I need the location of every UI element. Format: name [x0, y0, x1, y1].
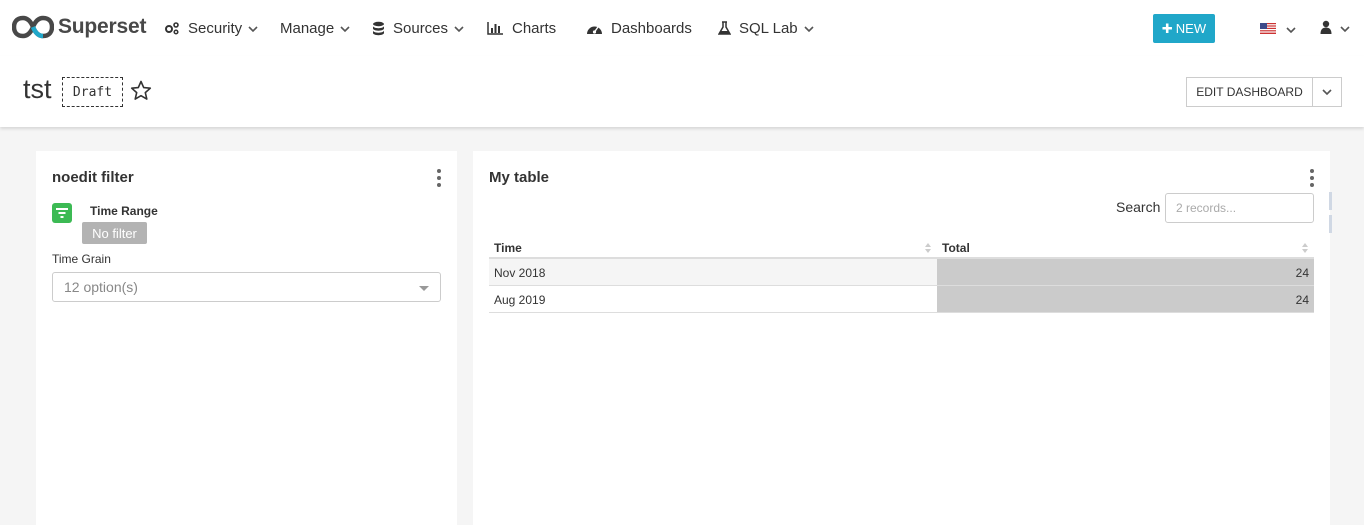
chevron-down-icon — [1340, 26, 1350, 33]
nav-charts[interactable]: Charts — [487, 18, 556, 38]
database-icon — [372, 21, 385, 36]
nav-security-label: Security — [188, 19, 243, 37]
data-table: Time Total Nov 2018 24 Aug 2019 24 — [489, 235, 1314, 313]
cell-time: Aug 2019 — [494, 293, 546, 307]
cell-time: Nov 2018 — [494, 266, 546, 280]
user-menu[interactable] — [1320, 20, 1350, 39]
user-icon — [1320, 20, 1332, 39]
favorite-star-icon[interactable] — [130, 80, 152, 106]
cogs-icon — [164, 21, 180, 35]
time-grain-select[interactable]: 12 option(s) — [52, 272, 441, 302]
chart-title: My table — [489, 169, 550, 186]
superset-logo-icon — [12, 15, 54, 39]
time-grain-placeholder: 12 option(s) — [64, 279, 138, 295]
search-input[interactable]: 2 records... — [1165, 193, 1314, 223]
sort-icon[interactable] — [1301, 241, 1309, 253]
dashboard-icon — [586, 22, 603, 35]
edit-dashboard-button[interactable]: EDIT DASHBOARD — [1186, 77, 1313, 107]
chevron-down-icon — [1286, 26, 1296, 34]
chevron-down-icon — [248, 25, 258, 33]
new-button[interactable]: ✚ NEW — [1153, 14, 1215, 43]
table-row: Nov 2018 24 — [489, 259, 1314, 286]
chevron-down-icon — [454, 25, 464, 33]
nav-dashboards[interactable]: Dashboards — [586, 18, 692, 38]
nav-security[interactable]: Security — [164, 18, 258, 38]
nav-sql-lab[interactable]: SQL Lab — [718, 18, 814, 38]
brand-name: Superset — [58, 15, 147, 38]
cell-total: 24 — [1295, 293, 1309, 307]
nav-manage-label: Manage — [280, 19, 335, 37]
filter-icon[interactable] — [52, 203, 72, 223]
chevron-down-icon — [1322, 88, 1332, 96]
table-header-row: Time Total — [489, 235, 1314, 259]
dashboard-header: tst Draft EDIT DASHBOARD — [0, 56, 1364, 127]
filter-box-chart: noedit filter Time Range No filter Time … — [36, 151, 457, 525]
plus-icon: ✚ — [1161, 20, 1173, 36]
cell-total: 24 — [1295, 266, 1309, 280]
nav-sql-lab-label: SQL Lab — [739, 19, 798, 37]
sort-icon[interactable] — [924, 241, 932, 253]
time-grain-label: Time Grain — [52, 252, 111, 266]
search-label: Search — [1116, 199, 1161, 215]
column-header-total[interactable]: Total — [942, 241, 970, 255]
superset-logo[interactable]: Superset — [12, 12, 146, 42]
nav-manage[interactable]: Manage — [280, 18, 350, 38]
chart-title: noedit filter — [52, 169, 134, 186]
chart-menu-kebab-icon[interactable] — [1309, 169, 1315, 187]
flask-icon — [718, 20, 731, 36]
draft-badge[interactable]: Draft — [62, 77, 123, 107]
time-range-label: Time Range — [90, 204, 158, 218]
bar-chart-icon — [487, 21, 504, 35]
new-button-label: NEW — [1175, 21, 1207, 36]
search-placeholder: 2 records... — [1176, 201, 1237, 215]
nav-sources[interactable]: Sources — [372, 18, 464, 38]
cell-total-bar: 24 — [937, 286, 1314, 312]
language-selector[interactable] — [1260, 21, 1296, 39]
chevron-down-icon — [340, 25, 350, 33]
us-flag-icon — [1260, 21, 1276, 39]
caret-down-icon — [419, 286, 429, 291]
table-chart: My table Search 2 records... Time Total … — [473, 151, 1330, 525]
nav-dashboards-label: Dashboards — [611, 19, 692, 37]
dashboard-actions-dropdown[interactable] — [1312, 77, 1342, 107]
chart-menu-kebab-icon[interactable] — [436, 169, 442, 187]
column-header-time[interactable]: Time — [494, 241, 522, 255]
time-range-value-button[interactable]: No filter — [82, 222, 147, 244]
top-navbar: Superset Security Manage Sources Charts … — [0, 0, 1364, 56]
chevron-down-icon — [804, 25, 814, 33]
nav-charts-label: Charts — [512, 19, 557, 37]
cell-total-bar: 24 — [937, 259, 1314, 285]
resize-handle[interactable] — [1329, 192, 1332, 235]
dashboard-title[interactable]: tst — [23, 74, 52, 105]
nav-sources-label: Sources — [393, 19, 449, 37]
table-row: Aug 2019 24 — [489, 286, 1314, 313]
